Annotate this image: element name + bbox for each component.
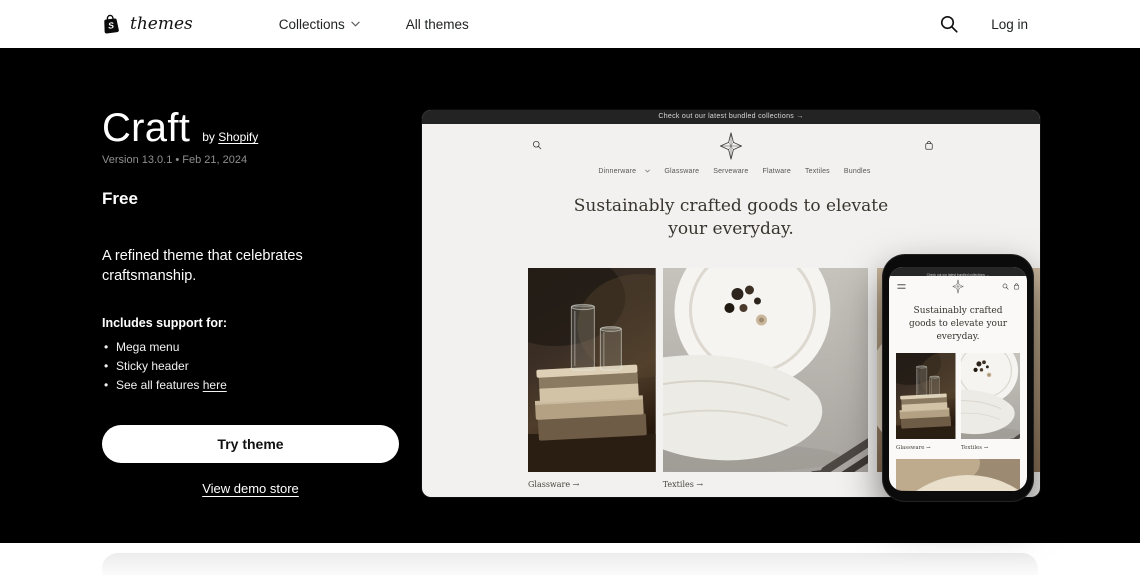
search-icon <box>532 140 542 150</box>
try-theme-button[interactable]: Try theme <box>102 425 399 463</box>
themes-wordmark: themes <box>130 14 193 34</box>
preview-nav-item: Dinnerware <box>591 168 650 175</box>
byline-prefix: by <box>202 130 215 144</box>
textiles-image <box>961 353 1021 439</box>
bag-icon <box>1013 283 1020 290</box>
preview-card-textiles: Textiles → <box>663 268 868 497</box>
mobile-card-label: Glassware → <box>896 444 950 450</box>
support-heading: Includes support for: <box>102 316 399 330</box>
theme-title: Craft <box>102 106 190 150</box>
four-point-star-icon <box>720 132 742 160</box>
theme-description: A refined theme that celebrates craftsma… <box>102 246 399 287</box>
search-icon <box>1002 283 1009 290</box>
preview-nav-item: Flatware <box>762 168 790 175</box>
support-item: Mega menu <box>102 338 399 357</box>
byline-shopify-link[interactable]: Shopify <box>218 130 258 144</box>
glassware-image <box>528 268 656 472</box>
mobile-hero-heading: Sustainably crafted goods to elevate you… <box>899 305 1017 344</box>
view-demo-store-link[interactable]: View demo store <box>102 481 399 496</box>
next-section-strip <box>0 543 1140 575</box>
theme-title-row: Craft by Shopify <box>102 106 399 150</box>
see-all-features-link[interactable]: here <box>203 378 227 392</box>
mobile-card-label: Textiles → <box>961 444 1015 450</box>
preview-nav-item: Bundles <box>844 168 871 175</box>
nav-item-all-themes[interactable]: All themes <box>406 17 469 32</box>
support-list: Mega menu Sticky header See all features… <box>102 338 399 396</box>
mobile-announcement-bar: Check out our latest bundled collections… <box>889 267 1027 276</box>
preview-nav-item: Serveware <box>713 168 748 175</box>
mobile-card-textiles: Textiles → <box>961 353 1021 451</box>
theme-byline: by Shopify <box>202 130 258 144</box>
hamburger-icon <box>897 284 906 289</box>
header-right: Log in <box>939 14 1028 34</box>
theme-hero-section: Craft by Shopify Version 13.0.1 • Feb 21… <box>0 48 1140 543</box>
preview-card-glassware: Glassware → <box>528 268 656 497</box>
glassware-image <box>896 353 956 439</box>
nav-collections-label: Collections <box>279 17 345 32</box>
theme-version: Version 13.0.1 • Feb 21, 2024 <box>102 154 399 166</box>
theme-price: Free <box>102 189 399 209</box>
theme-info-column: Craft by Shopify Version 13.0.1 • Feb 21… <box>102 106 399 496</box>
preview-nav-item: Textiles <box>805 168 830 175</box>
preview-store-header <box>422 124 1040 168</box>
shopify-bag-icon: S <box>100 13 122 35</box>
four-point-star-icon <box>953 279 964 294</box>
preview-card-label: Textiles → <box>663 480 868 489</box>
mobile-card-glassware: Glassware → <box>896 353 956 451</box>
nav-all-themes-label: All themes <box>406 17 469 32</box>
textiles-image <box>663 268 868 472</box>
search-icon[interactable] <box>939 14 959 34</box>
header-nav: Collections All themes <box>279 17 469 32</box>
mobile-plate-image <box>896 459 1020 491</box>
support-item: Sticky header <box>102 357 399 376</box>
bag-icon <box>924 140 934 151</box>
preview-card-label: Glassware → <box>528 480 656 489</box>
preview-store-nav: Dinnerware Glassware Serveware Flatware Tex… <box>422 168 1040 175</box>
mobile-store-header <box>889 276 1027 298</box>
nav-item-collections[interactable]: Collections <box>279 17 360 32</box>
chevron-down-icon <box>645 169 650 173</box>
preview-nav-item: Glassware <box>664 168 699 175</box>
shopify-themes-logo[interactable]: S themes <box>100 13 193 35</box>
shopify-theme-store-page: { "header": { "wordmark": "themes", "log… <box>0 0 1140 575</box>
login-link[interactable]: Log in <box>991 17 1028 32</box>
chevron-down-icon <box>351 21 360 27</box>
site-header: S themes Collections All themes Log in <box>0 0 1140 48</box>
preview-announcement-bar: Check out our latest bundled collections… <box>422 110 1040 124</box>
theme-preview-mobile: Check out our latest bundled collections… <box>883 255 1033 501</box>
mobile-header-icons <box>1002 283 1020 290</box>
support-item: See all features here <box>102 376 399 395</box>
mobile-collection-cards: Glassware → Textiles → <box>896 353 1020 451</box>
support-item-text: See all features <box>116 378 203 392</box>
preview-hero-heading: Sustainably crafted goods to elevate you… <box>561 195 901 242</box>
phone-screen: Check out our latest bundled collections… <box>889 267 1027 491</box>
next-section-card-edge <box>102 553 1038 575</box>
